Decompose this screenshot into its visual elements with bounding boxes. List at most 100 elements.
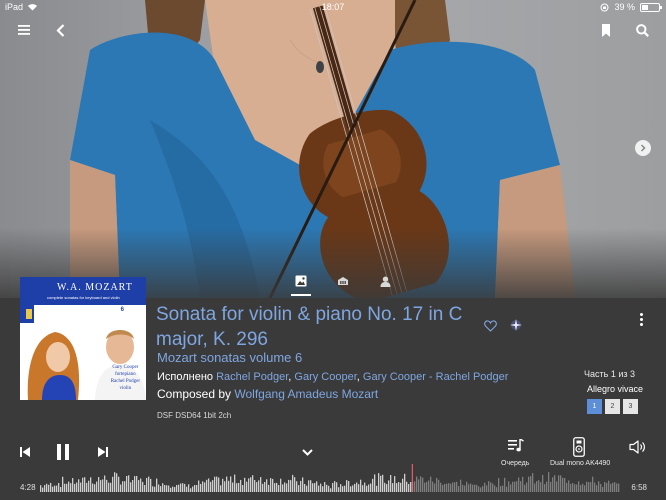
waveform-bar: [428, 480, 430, 492]
waveform-bar: [492, 483, 494, 492]
total-time: 6:58: [631, 483, 647, 492]
part-button-1[interactable]: 1: [587, 399, 602, 414]
waveform-bar: [82, 477, 84, 492]
waveform-bar: [172, 486, 174, 492]
waveform-bar: [130, 482, 132, 492]
performer-link-1[interactable]: Rachel Podger: [216, 371, 288, 383]
previous-track-icon[interactable]: [16, 444, 34, 460]
waveform-bar: [532, 473, 534, 492]
waveform-bar: [220, 485, 222, 492]
waveform-bar: [464, 485, 466, 492]
person-tab-icon[interactable]: [374, 270, 396, 292]
performers-line: Исполнено Rachel Podger, Gary Cooper, Ga…: [157, 371, 509, 383]
waveform-bar: [170, 487, 172, 492]
waveform-bar: [60, 487, 62, 492]
waveform-bar: [510, 484, 512, 492]
waveform-bar: [296, 481, 298, 492]
waveform-bar: [484, 482, 486, 492]
back-chevron-icon[interactable]: [52, 22, 68, 38]
waveform-bar: [184, 483, 186, 492]
waveform-bar: [618, 483, 620, 492]
cover-caption-name-1: Gary Cooper: [112, 365, 139, 370]
waveform-bar: [136, 476, 138, 492]
waveform-bar: [312, 483, 314, 492]
sparkle-icon[interactable]: [509, 318, 523, 332]
waveform-bar: [512, 481, 514, 492]
waveform-bar: [362, 485, 364, 492]
waveform-bar: [178, 484, 180, 492]
waveform-bar: [166, 485, 168, 492]
waveform-bar: [448, 483, 450, 492]
waveform-bar: [582, 483, 584, 492]
waveform-bar: [584, 485, 586, 492]
waveform-bar: [352, 485, 354, 492]
album-cover[interactable]: W.A. MOZART complete sonatas for keyboar…: [20, 277, 146, 400]
waveform-bar: [250, 477, 252, 492]
search-icon[interactable]: [634, 22, 650, 38]
waveform-bar: [452, 482, 454, 492]
waveform-bar: [410, 482, 412, 492]
composed-by-label: Composed by: [157, 387, 232, 401]
waveform-bar: [550, 481, 552, 492]
waveform-bar: [534, 483, 536, 492]
waveform-bar: [194, 485, 196, 492]
waveform-bar: [90, 477, 92, 492]
artist-info-tab-icon[interactable]: [332, 270, 354, 292]
waveform-bar: [274, 483, 276, 492]
waveform-bar: [204, 482, 206, 492]
waveform-bar: [206, 479, 208, 492]
waveform-bar: [394, 476, 396, 492]
hamburger-menu-icon[interactable]: [16, 22, 32, 38]
waveform-bar: [258, 480, 260, 492]
waveform-bar: [390, 475, 392, 492]
waveform-bar: [402, 478, 404, 492]
waveform-bar: [64, 483, 66, 492]
cover-volume: 6: [120, 307, 124, 313]
artist-photo: [0, 0, 666, 298]
waveform-bar: [248, 478, 250, 492]
playhead[interactable]: [411, 464, 413, 492]
waveform-bar: [298, 485, 300, 492]
audio-format: DSF DSD64 1bit 2ch: [157, 411, 232, 420]
waveform-bar: [244, 477, 246, 492]
waveform-bar: [496, 487, 498, 492]
waveform-bar: [74, 483, 76, 492]
waveform-bar: [154, 486, 156, 492]
next-image-chevron-icon[interactable]: [635, 140, 651, 156]
waveform-seek-bar[interactable]: [40, 456, 620, 492]
cover-caption-name-2: Rachel Podger: [110, 379, 140, 384]
waveform-bar: [110, 482, 112, 492]
waveform-bar: [540, 482, 542, 492]
part-button-3[interactable]: 3: [623, 399, 638, 414]
waveform-bar: [262, 483, 264, 492]
heart-icon[interactable]: [484, 319, 497, 337]
part-button-2[interactable]: 2: [605, 399, 620, 414]
waveform-bar: [388, 480, 390, 492]
waveform-bar: [122, 481, 124, 492]
album-link[interactable]: Mozart sonatas volume 6: [157, 350, 302, 365]
waveform-bar: [346, 480, 348, 492]
waveform-bar: [168, 485, 170, 492]
output-device-icon[interactable]: [569, 436, 589, 458]
waveform-bar: [564, 478, 566, 492]
waveform-bar: [66, 483, 68, 492]
waveform-bar: [46, 483, 48, 492]
waveform-bar: [326, 484, 328, 492]
waveform-bar: [334, 481, 336, 492]
performed-by-label: Исполнено: [157, 371, 214, 383]
more-options-icon[interactable]: [640, 313, 643, 326]
waveform-bar: [476, 484, 478, 492]
queue-icon[interactable]: [506, 437, 526, 455]
volume-icon[interactable]: [627, 439, 647, 455]
image-tab-icon[interactable]: [290, 270, 312, 296]
performer-link-3[interactable]: Gary Cooper - Rachel Podger: [363, 371, 509, 383]
waveform-bar: [426, 481, 428, 492]
waveform-bar: [538, 480, 540, 492]
waveform-bar: [600, 483, 602, 492]
waveform-bar: [354, 483, 356, 492]
bookmark-icon[interactable]: [598, 22, 614, 38]
composer-link[interactable]: Wolfgang Amadeus Mozart: [234, 387, 378, 401]
performer-link-2[interactable]: Gary Cooper: [294, 371, 356, 383]
waveform-bar: [192, 486, 194, 492]
waveform-bar: [70, 483, 72, 492]
